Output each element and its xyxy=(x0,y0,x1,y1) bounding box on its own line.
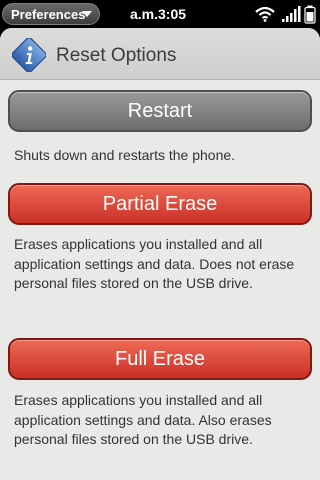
info-icon xyxy=(12,38,46,72)
status-bar: Preferences a.m.3:05 xyxy=(0,0,320,28)
page-title: Reset Options xyxy=(56,45,177,66)
battery-icon[interactable] xyxy=(304,5,316,24)
chevron-down-icon xyxy=(82,11,92,17)
partial-erase-button-label: Partial Erase xyxy=(102,192,218,215)
restart-button-label: Restart xyxy=(127,99,193,122)
partial-erase-button[interactable]: Partial Erase xyxy=(8,183,312,225)
full-erase-description: Erases applications you installed and al… xyxy=(14,392,272,447)
header-bar: Reset Options xyxy=(0,28,320,80)
screen: Preferences a.m.3:05 Reset Options Resta… xyxy=(0,0,320,480)
signal-icon[interactable] xyxy=(281,5,301,23)
full-erase-button[interactable]: Full Erase xyxy=(8,338,312,380)
restart-description: Shuts down and restarts the phone. xyxy=(14,147,236,163)
app-menu-button[interactable]: Preferences xyxy=(2,3,100,25)
reset-options-panel: Reset Options Restart Shuts down and res… xyxy=(0,28,320,480)
wifi-icon[interactable] xyxy=(255,6,275,22)
partial-erase-description: Erases applications you installed and al… xyxy=(14,236,295,291)
clock: a.m.3:05 xyxy=(130,6,187,22)
app-menu-label: Preferences xyxy=(11,6,86,22)
restart-button[interactable]: Restart xyxy=(8,90,312,132)
full-erase-button-label: Full Erase xyxy=(114,347,206,370)
